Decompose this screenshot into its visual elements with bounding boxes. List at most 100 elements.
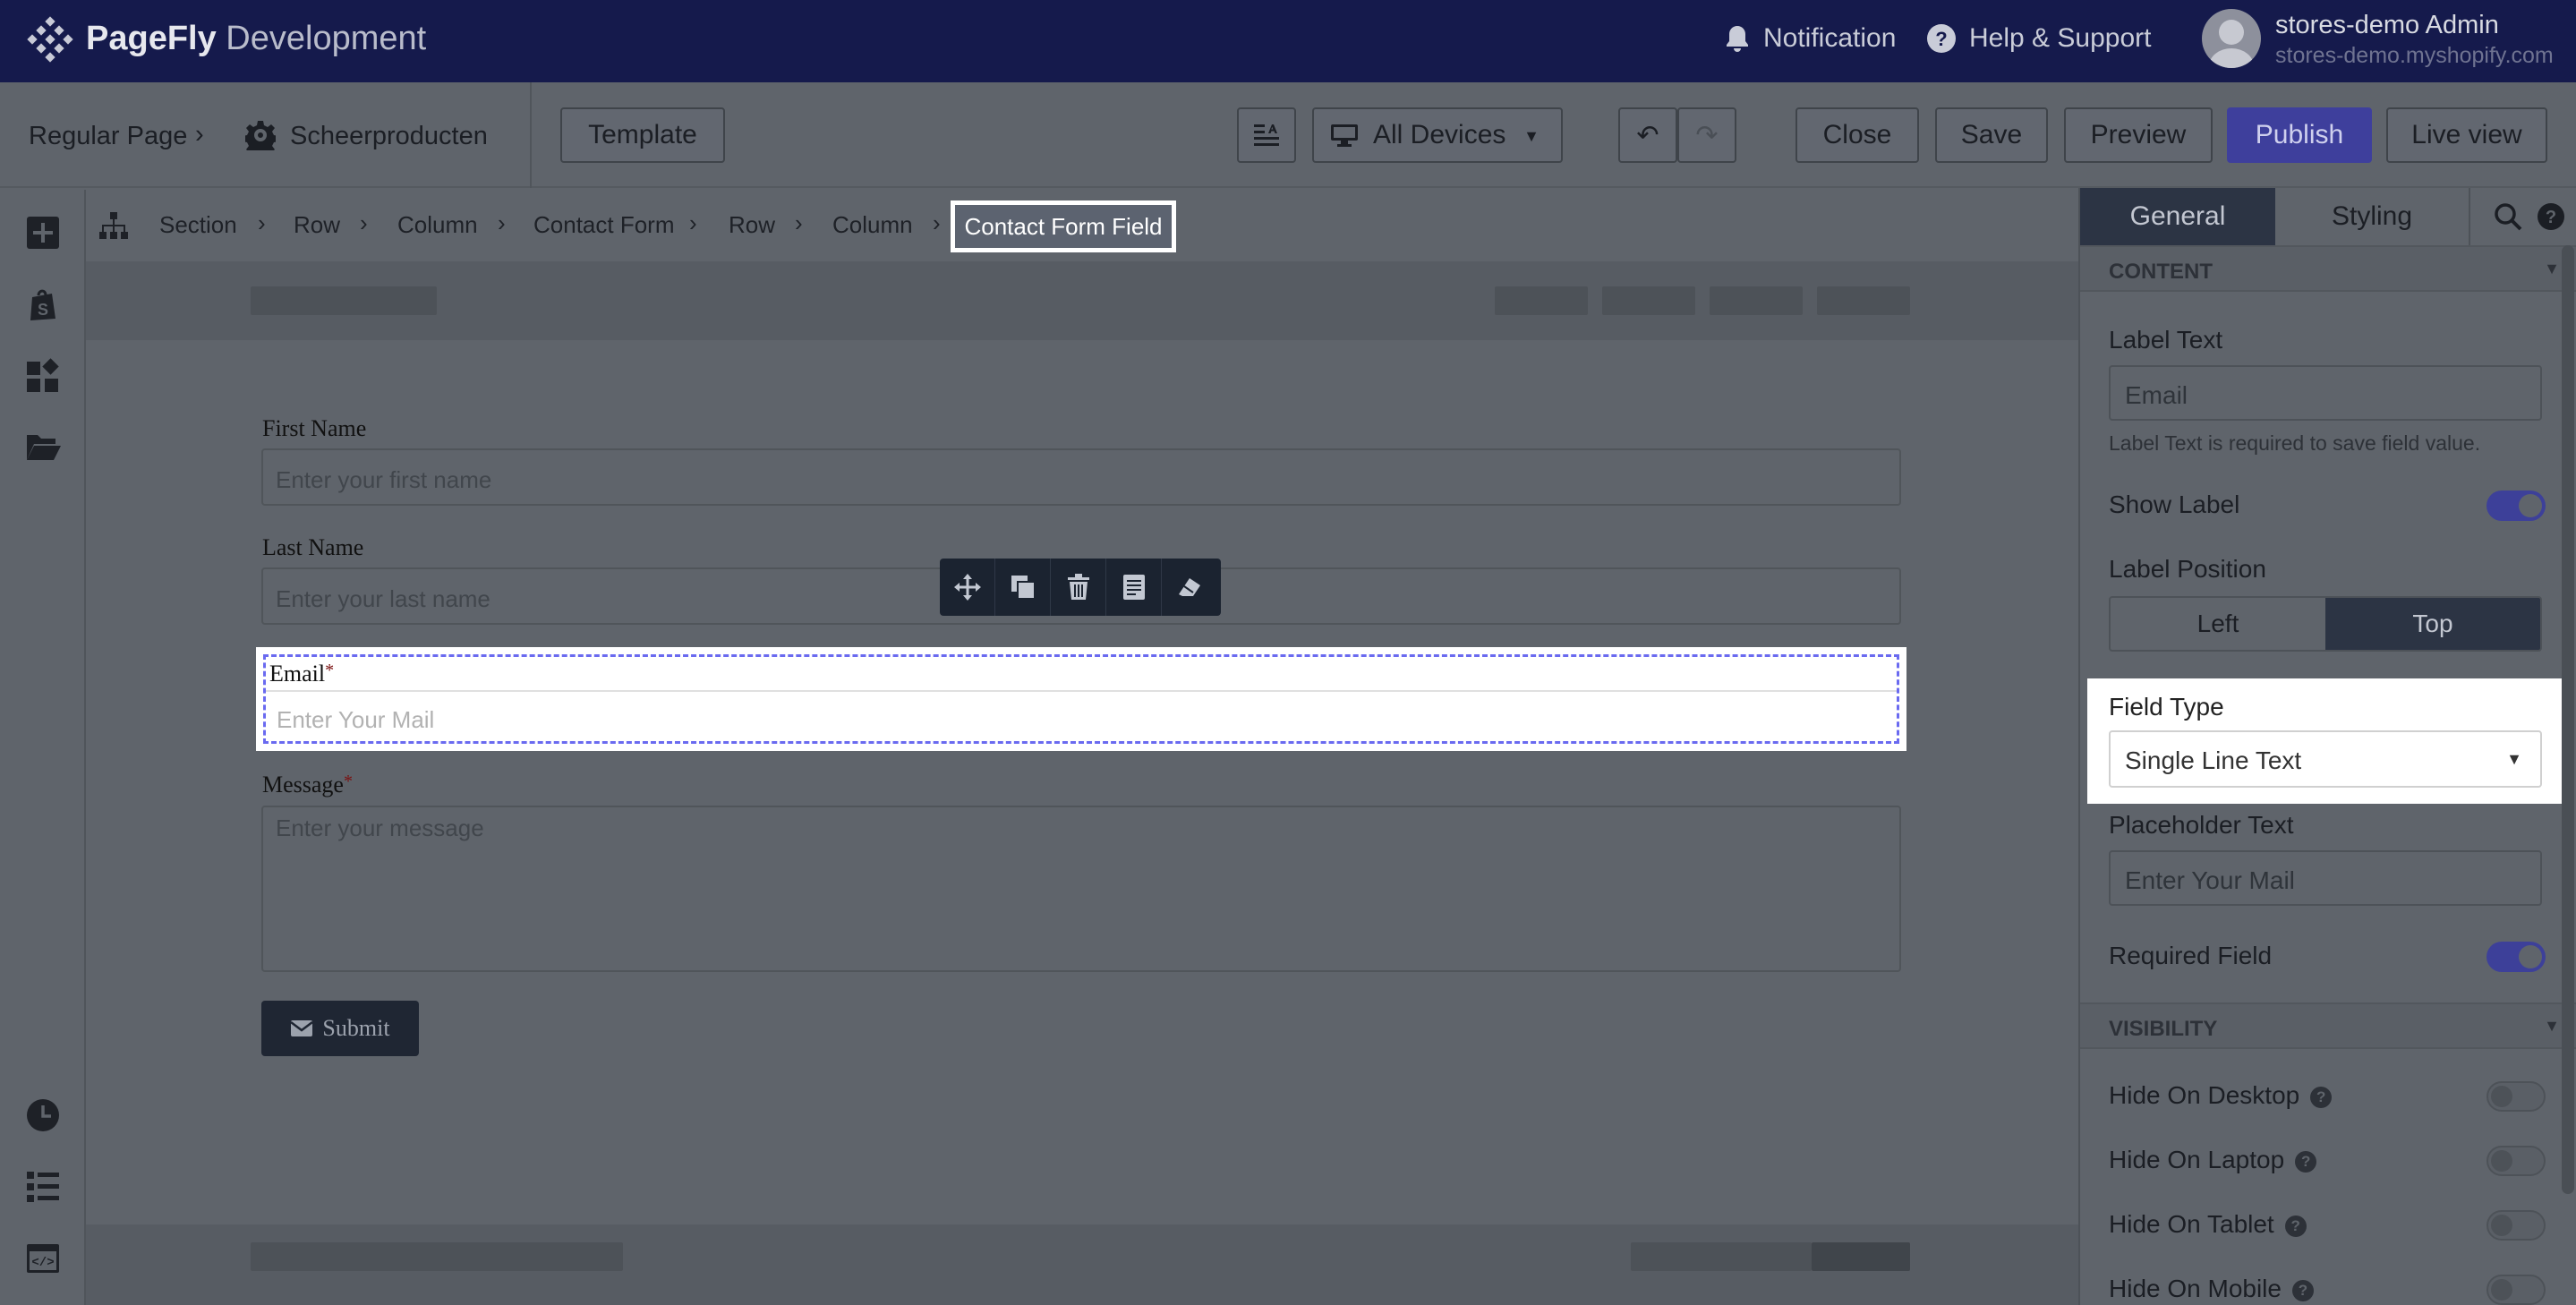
email-input[interactable]: Enter Your Mail (266, 690, 1897, 744)
gear-icon[interactable] (245, 120, 276, 150)
message-textarea[interactable]: Enter your message (261, 806, 1901, 972)
label-position-top[interactable]: Top (2325, 598, 2540, 650)
folder-open-icon[interactable] (25, 428, 61, 464)
hide-laptop-toggle[interactable] (2486, 1146, 2546, 1176)
submit-button[interactable]: Submit (261, 1001, 419, 1056)
help-circle-icon[interactable]: ? (2537, 202, 2565, 231)
add-element-icon[interactable] (25, 215, 61, 251)
left-rail: S </> (0, 190, 86, 1305)
close-button[interactable]: Close (1796, 107, 1919, 163)
caret-down-icon: ▼ (2544, 260, 2560, 277)
placeholder-text-input[interactable]: Enter Your Mail (2109, 850, 2542, 906)
content-section-header[interactable]: CONTENT ▼ (2080, 245, 2576, 292)
history-clock-icon[interactable] (25, 1097, 61, 1133)
header-nav-placeholder (1817, 286, 1910, 315)
help-icon[interactable]: ? (2291, 1279, 2314, 1301)
pagefly-logo-icon (27, 16, 73, 63)
chevron-right-icon: › (360, 209, 368, 236)
undo-button[interactable]: ↶ (1618, 107, 1677, 163)
hide-desktop-toggle[interactable] (2486, 1081, 2546, 1112)
chevron-right-icon: › (498, 209, 506, 236)
required-field-toggle[interactable] (2486, 942, 2546, 972)
footer-placeholder (1812, 1242, 1910, 1271)
tab-general[interactable]: General (2080, 188, 2275, 245)
widgets-icon[interactable] (25, 358, 61, 394)
user-avatar[interactable] (2202, 9, 2261, 68)
label-position-left[interactable]: Left (2111, 598, 2325, 650)
label-text-input[interactable]: Email (2109, 365, 2542, 421)
required-field-label: Required Field (2109, 942, 2273, 969)
breadcrumb-active-item[interactable]: Contact Form Field (951, 200, 1176, 252)
chevron-right-icon: › (933, 209, 941, 236)
field-type-label: Field Type (2109, 693, 2224, 721)
breadcrumb-row[interactable]: Row (294, 211, 340, 239)
breadcrumb-contact-form[interactable]: Contact Form (533, 211, 675, 239)
settings-panel: General Styling ? CONTENT ▼ Label Text Em… (2078, 188, 2576, 1305)
label-position-segmented: Left Top (2109, 596, 2542, 652)
device-select-value: All Devices (1373, 120, 1506, 149)
preview-button[interactable]: Preview (2064, 107, 2213, 163)
element-action-toolbar (940, 559, 1221, 616)
device-select[interactable]: All Devices ▼ (1312, 107, 1563, 163)
submit-label: Submit (322, 1015, 390, 1041)
paint-style-button[interactable] (1162, 559, 1217, 616)
show-label-toggle[interactable] (2486, 490, 2546, 521)
breadcrumb-active-label: Contact Form Field (955, 205, 1172, 248)
move-button[interactable] (940, 559, 995, 616)
footer-placeholder (1631, 1242, 1812, 1271)
search-icon[interactable] (2494, 202, 2522, 231)
copy-style-button[interactable] (1106, 559, 1162, 616)
user-name[interactable]: stores-demo Admin (2275, 11, 2499, 40)
text-format-button[interactable] (1237, 107, 1296, 163)
chevron-right-icon: › (195, 120, 204, 149)
hide-mobile-toggle[interactable] (2486, 1275, 2546, 1305)
field-type-select[interactable]: Single Line Text ▼ (2109, 730, 2542, 788)
header-logo-placeholder (251, 286, 437, 315)
svg-text:?: ? (2546, 208, 2556, 227)
template-button[interactable]: Template (560, 107, 725, 163)
selected-email-field[interactable]: Email* Enter Your Mail (256, 647, 1906, 751)
duplicate-button[interactable] (995, 559, 1051, 616)
editor-canvas (86, 261, 2078, 1305)
panel-scrollbar[interactable] (2562, 245, 2574, 1194)
selection-outline: Email* Enter Your Mail (263, 654, 1899, 744)
breadcrumb-section[interactable]: Section (159, 211, 237, 239)
email-label: Email* (269, 661, 335, 687)
shopify-bag-icon[interactable]: S (25, 286, 61, 322)
field-type-highlight: Field Type Single Line Text ▼ (2087, 678, 2563, 804)
user-shop-domain: stores-demo.myshopify.com (2275, 43, 2554, 68)
chevron-right-icon: › (689, 209, 697, 236)
help-support-link[interactable]: ? Help & Support (1926, 23, 2151, 54)
save-button[interactable]: Save (1935, 107, 2048, 163)
tab-styling[interactable]: Styling (2275, 188, 2470, 245)
notification-link[interactable]: Notification (1724, 23, 1896, 54)
layers-list-icon[interactable] (25, 1169, 61, 1205)
breadcrumb-row-2[interactable]: Row (729, 211, 775, 239)
live-view-button[interactable]: Live view (2386, 107, 2547, 163)
chevron-right-icon: › (795, 209, 803, 236)
hide-desktop-label: Hide On Desktop? (2109, 1081, 2333, 1110)
field-type-value: Single Line Text (2125, 746, 2302, 774)
breadcrumb-column-2[interactable]: Column (832, 211, 913, 239)
first-name-input[interactable]: Enter your first name (261, 448, 1901, 506)
code-editor-icon[interactable]: </> (25, 1241, 61, 1276)
help-icon[interactable]: ? (2310, 1086, 2333, 1108)
canvas-header-placeholder (86, 261, 2078, 340)
hide-mobile-label: Hide On Mobile? (2109, 1275, 2314, 1303)
visibility-section-header[interactable]: VISIBILITY ▼ (2080, 1002, 2576, 1049)
editor-toolbar: Regular Page › Scheerproducten Template … (0, 82, 2576, 188)
page-type-link[interactable]: Regular Page (29, 122, 187, 151)
hide-tablet-toggle[interactable] (2486, 1210, 2546, 1241)
envelope-icon (290, 1020, 314, 1036)
show-label-label: Show Label (2109, 490, 2240, 518)
label-text-hint: Label Text is required to save field val… (2109, 431, 2481, 455)
hide-tablet-label: Hide On Tablet? (2109, 1210, 2307, 1239)
breadcrumb-column[interactable]: Column (397, 211, 478, 239)
redo-button[interactable]: ↷ (1677, 107, 1736, 163)
page-name[interactable]: Scheerproducten (290, 122, 488, 151)
publish-button[interactable]: Publish (2227, 107, 2372, 163)
sitemap-icon[interactable] (98, 211, 129, 242)
help-icon[interactable]: ? (2284, 1215, 2307, 1237)
help-icon[interactable]: ? (2295, 1150, 2317, 1173)
delete-button[interactable] (1051, 559, 1106, 616)
